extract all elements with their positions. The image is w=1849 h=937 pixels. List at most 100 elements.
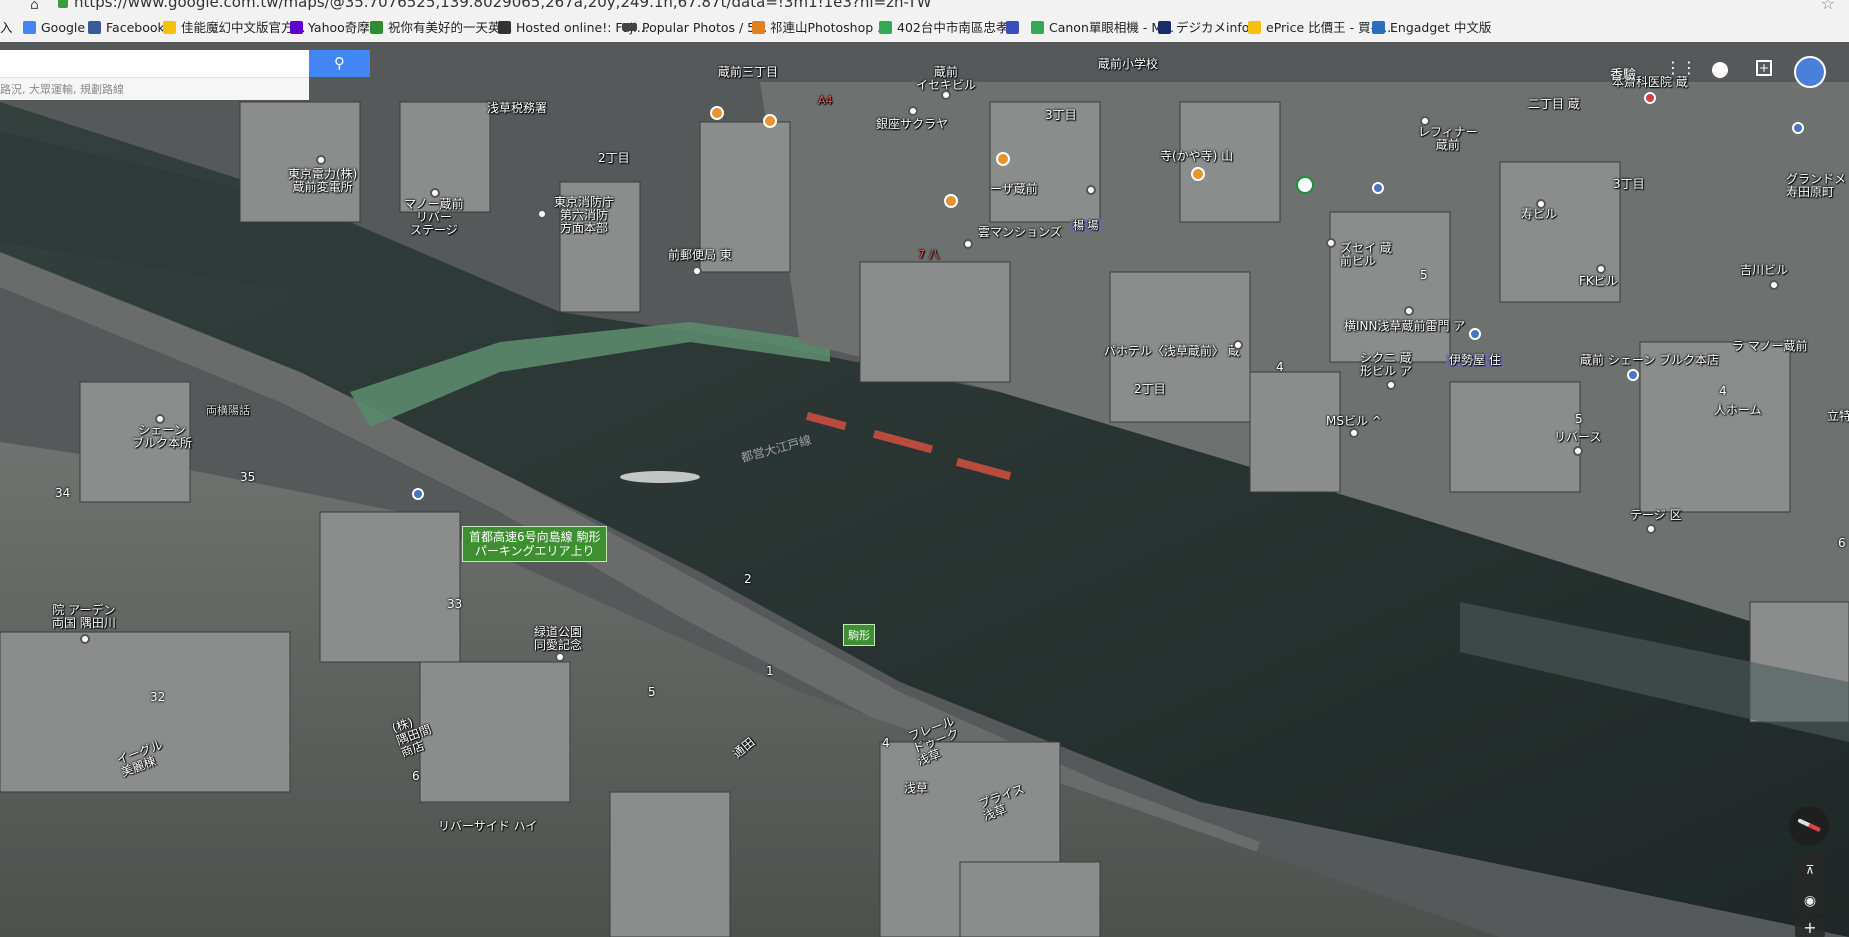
bookmark-canon-magic[interactable]: 佳能魔幻中文版官方... (163, 20, 305, 36)
poi-marker[interactable] (316, 155, 326, 165)
bookmark-digicame[interactable]: デジカメinfo (1158, 20, 1249, 36)
poi-marker[interactable] (1420, 116, 1430, 126)
map-canvas[interactable]: 蔵前三丁目 蔵前小学校 浅草税務署 蔵前 イセキビル 銀座サクラヤ 3丁目 2丁… (0, 42, 1849, 937)
map-label[interactable]: リバーサイド ハイ (438, 820, 537, 833)
poi-marker[interactable] (80, 634, 90, 644)
tilt-button[interactable]: ⊼ (1795, 856, 1825, 884)
poi-marker[interactable] (963, 239, 973, 249)
bookmark-photoshop[interactable]: 祁連山Photoshop ... (752, 20, 889, 36)
bookmark-google[interactable]: Google (23, 20, 85, 36)
map-label[interactable]: シクニ 蔵 形ビル ア (1360, 352, 1412, 378)
map-label[interactable]: ーザ蔵前 (990, 183, 1038, 196)
map-label[interactable]: MSビル ^ (1326, 415, 1382, 428)
map-label[interactable]: 蔵前 シェーン ブルク本店 (1580, 354, 1719, 367)
map-label[interactable]: グランドメ 寿田原町 (1786, 173, 1846, 199)
poi-marker[interactable] (692, 266, 702, 276)
map-label[interactable]: FKビル (1579, 275, 1618, 288)
poi-marker[interactable] (1233, 340, 1243, 350)
compass-button[interactable] (1789, 806, 1829, 846)
map-label[interactable]: 浅草税務署 (487, 102, 547, 115)
bookmark-facebook[interactable]: Facebook (88, 20, 165, 36)
map-label[interactable]: 蔵前 イセキビル (916, 66, 976, 92)
bookmark-english[interactable]: 祝你有美好的一天英... (370, 20, 512, 36)
address-bar[interactable]: ⌂ https://www.google.com.tw/maps/@35.707… (0, 0, 1849, 14)
poi-marker[interactable] (1596, 264, 1606, 274)
map-label[interactable]: 銀座サクラヤ (876, 118, 948, 131)
food-poi-icon[interactable] (710, 106, 724, 120)
shop-poi-icon[interactable] (412, 488, 424, 500)
search-button[interactable]: ⚲ (309, 50, 370, 77)
bookmark-blue[interactable] (1006, 20, 1024, 36)
bookmark-canon-dslr[interactable]: Canon單眼相機 - M... (1031, 20, 1174, 36)
bookmark-500px[interactable]: Popular Photos / 5... (622, 20, 767, 36)
map-label[interactable]: パホテル〈浅草蔵前〉 蔵 (1104, 345, 1240, 358)
map-label[interactable]: 雲マンションズ (978, 226, 1062, 239)
poi-marker[interactable] (1326, 238, 1336, 248)
poi-marker[interactable] (1086, 185, 1096, 195)
map-label[interactable]: 蔵前三丁目 (718, 66, 778, 79)
poi-marker[interactable] (430, 188, 440, 198)
map-label[interactable]: マノー蔵前 リバー ステージ (404, 198, 464, 237)
search-hint[interactable]: 路況, 大眾運輸, 規劃路線 (0, 77, 309, 100)
poi-marker[interactable] (1646, 524, 1656, 534)
hospital-poi-icon[interactable] (1644, 92, 1656, 104)
map-label[interactable]: 伊勢屋 住 (1446, 354, 1504, 367)
map-label[interactable]: 立特 (1827, 410, 1849, 423)
map-label[interactable]: 吉川ビル (1740, 264, 1788, 277)
map-label[interactable]: 前郵便局 東 (668, 249, 732, 262)
share-icon[interactable]: + (1756, 60, 1772, 76)
home-icon[interactable]: ⌂ (30, 0, 39, 13)
food-poi-icon[interactable] (944, 194, 958, 208)
map-label[interactable]: 東京消防庁 第六消防 方面本部 (554, 196, 614, 235)
poi-marker[interactable] (155, 414, 165, 424)
zoom-in-button[interactable]: + (1795, 918, 1825, 937)
map-label[interactable]: 寺(かや寺) 山 (1160, 150, 1233, 163)
bookmark-item[interactable]: 入 (0, 20, 13, 36)
bookmark-engadget[interactable]: Engadget 中文版 (1372, 20, 1491, 36)
poi-marker[interactable] (908, 106, 918, 116)
map-label[interactable]: シェーン ブルク本所 (132, 424, 192, 450)
shop-poi-icon[interactable] (1469, 328, 1481, 340)
notifications-icon[interactable] (1712, 62, 1728, 78)
map-label[interactable]: リバース (1554, 431, 1601, 444)
poi-marker[interactable] (1404, 306, 1414, 316)
locate-button[interactable]: ◉ (1795, 887, 1825, 915)
exit-label[interactable]: 駒形 (843, 624, 875, 646)
shop-poi-icon[interactable] (1372, 182, 1384, 194)
map-label[interactable]: 院 アーデン 両国 隅田川 (52, 604, 116, 630)
map-label[interactable]: 蔵前小学校 (1098, 58, 1158, 71)
star-icon[interactable]: ☆ (1821, 0, 1835, 13)
poi-marker[interactable] (1349, 428, 1359, 438)
park-poi-icon[interactable] (1296, 176, 1314, 194)
highway-parking-label[interactable]: 首都高速6号向島線 駒形 パーキングエリア上り (462, 526, 608, 562)
map-label[interactable]: ズセイ 蔵 前ビル (1340, 242, 1392, 268)
poi-marker[interactable] (555, 652, 565, 662)
avatar[interactable] (1794, 56, 1826, 88)
map-label[interactable]: 両横陽話 (206, 404, 250, 417)
poi-marker[interactable] (1573, 446, 1583, 456)
search-input[interactable] (0, 50, 309, 77)
map-label[interactable]: テージ 区 (1630, 509, 1682, 522)
map-label[interactable]: 東京電力(株) 蔵前変電所 (288, 168, 357, 194)
bookmark-maps-address[interactable]: 402台中市南區忠孝... (879, 20, 1020, 36)
poi-marker[interactable] (1536, 199, 1546, 209)
food-poi-icon[interactable] (763, 114, 777, 128)
poi-marker[interactable] (1386, 380, 1396, 390)
map-label[interactable]: 寿ビル (1521, 208, 1557, 221)
map-label[interactable]: 横INN浅草蔵前雷門 ア (1344, 320, 1465, 333)
url-text[interactable]: https://www.google.com.tw/maps/@35.70765… (74, 0, 932, 11)
apps-grid-icon[interactable]: ⋮⋮ (1665, 60, 1697, 76)
map-label[interactable]: ラ マノー蔵前 (1732, 340, 1807, 353)
map-label[interactable]: 緑道公園 同愛記念 (534, 626, 582, 652)
poi-marker[interactable] (1769, 280, 1779, 290)
food-poi-icon[interactable] (996, 152, 1010, 166)
poi-marker[interactable] (941, 90, 951, 100)
poi-marker[interactable] (537, 209, 547, 219)
shop-poi-icon[interactable] (1792, 122, 1804, 134)
user-label[interactable]: 香驗 (1610, 64, 1636, 83)
shop-poi-icon[interactable] (1627, 369, 1639, 381)
map-label[interactable]: 人ホーム (1714, 404, 1762, 417)
bookmark-yahoo[interactable]: Yahoo奇摩 (290, 20, 370, 36)
food-poi-icon[interactable] (1191, 167, 1205, 181)
map-label[interactable]: レフィナー 蔵前 (1418, 126, 1478, 152)
